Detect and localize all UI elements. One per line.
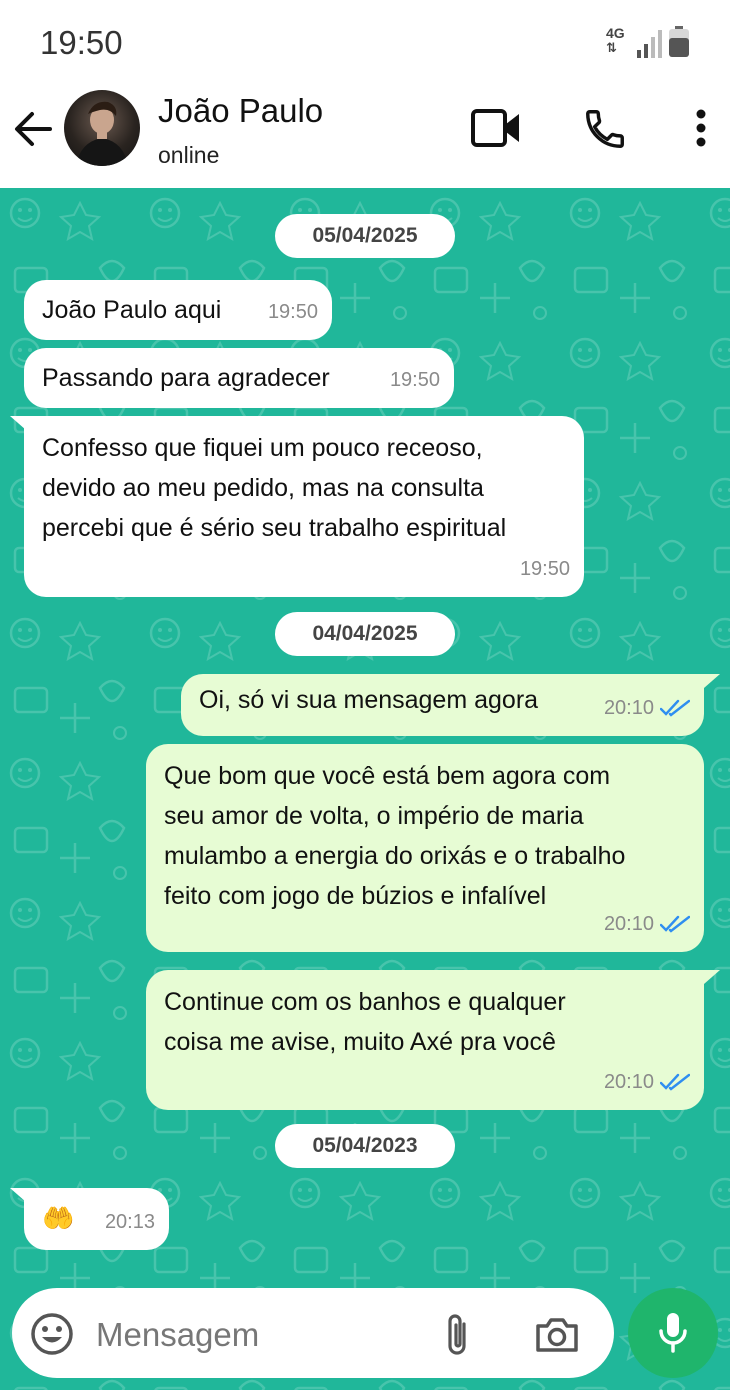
status-bar: 19:50 4G ⇅ [0,0,730,82]
message-incoming[interactable]: Passando para agradecer 19:50 [24,348,454,408]
message-meta: 20:10 [604,688,690,728]
message-meta: 20:10 [604,1062,690,1102]
network-type-icon: 4G ⇅ [606,26,636,60]
read-ticks-icon [660,1073,690,1091]
message-outgoing[interactable]: Oi, só vi sua mensagem agora 20:10 [181,674,704,736]
read-ticks-icon [660,699,690,717]
message-time: 20:10 [603,913,654,935]
message-meta: 19:50 [268,292,318,332]
message-text: Que bom que você está bem agora com seu … [164,756,625,916]
date-separator: 05/04/2023 [275,1124,455,1168]
back-arrow-icon[interactable] [12,108,54,150]
message-time: 19:50 [389,369,440,391]
contact-name[interactable]: João Paulo [158,92,323,130]
message-time: 20:13 [104,1211,155,1233]
message-meta: 20:13 [105,1202,155,1242]
message-time: 19:50 [267,301,318,323]
message-time: 20:10 [603,1071,654,1093]
message-composer[interactable]: Mensagem [12,1288,614,1378]
message-line: percebi que é sério seu trabalho espirit… [42,514,507,542]
message-text: Continue com os banhos e qualquer coisa … [164,982,566,1062]
message-meta: 19:50 [520,549,570,589]
data-arrows-icon: ⇅ [606,40,617,55]
battery-icon [669,26,689,57]
chat-area[interactable]: 05/04/2025 João Paulo aqui 19:50 Passand… [0,188,730,1390]
date-separator: 04/04/2025 [275,612,455,656]
message-incoming[interactable]: 🤲 20:13 [24,1188,169,1250]
status-time: 19:50 [40,24,123,61]
message-text: João Paulo aqui [42,296,222,324]
more-vert-icon[interactable] [690,106,712,150]
message-input[interactable]: Mensagem [96,1316,259,1354]
message-text: Oi, só vi sua mensagem agora [199,686,539,714]
voice-record-button[interactable] [628,1288,718,1378]
bubble-tail [704,674,720,688]
message-incoming[interactable]: João Paulo aqui 19:50 [24,280,332,340]
date-separator: 05/04/2025 [275,214,455,258]
message-outgoing[interactable]: Continue com os banhos e qualquer coisa … [146,970,704,1110]
avatar[interactable] [64,90,140,166]
video-call-icon[interactable] [470,106,522,150]
message-line: Que bom que você está bem agora com [164,762,611,790]
message-line: Confesso que fiquei um pouco receoso, [42,434,483,462]
phone-icon[interactable] [582,106,628,152]
message-time: 19:50 [519,558,570,580]
message-line: Continue com os banhos e qualquer [164,988,566,1016]
message-outgoing[interactable]: Que bom que você está bem agora com seu … [146,744,704,952]
message-line: feito com jogo de búzios e infalível [164,882,547,910]
contact-status: online [158,142,220,168]
message-line: devido ao meu pedido, mas na consulta [42,474,484,502]
attach-icon[interactable] [440,1312,476,1358]
bubble-tail [704,970,720,984]
avatar-image [76,101,128,166]
message-line: seu amor de volta, o império de maria [164,802,584,830]
read-ticks-icon [660,915,690,933]
message-meta: 19:50 [390,360,440,400]
message-time: 20:10 [603,697,654,719]
emoji-icon[interactable] [30,1312,74,1356]
network-type-label: 4G [606,25,625,41]
message-text: Passando para agradecer [42,364,330,392]
signal-icon [637,30,662,58]
message-text: Confesso que fiquei um pouco receoso, de… [42,428,506,548]
message-line: mulambo a energia do orixás e o trabalho [164,842,626,870]
message-meta: 20:10 [604,904,690,944]
chat-header: João Paulo online [0,82,730,188]
message-line: coisa me avise, muito Axé pra você [164,1028,556,1056]
camera-icon[interactable] [534,1314,580,1354]
emoji-message: 🤲 [42,1203,75,1233]
mic-icon [659,1313,687,1353]
message-incoming[interactable]: Confesso que fiquei um pouco receoso, de… [24,416,584,597]
